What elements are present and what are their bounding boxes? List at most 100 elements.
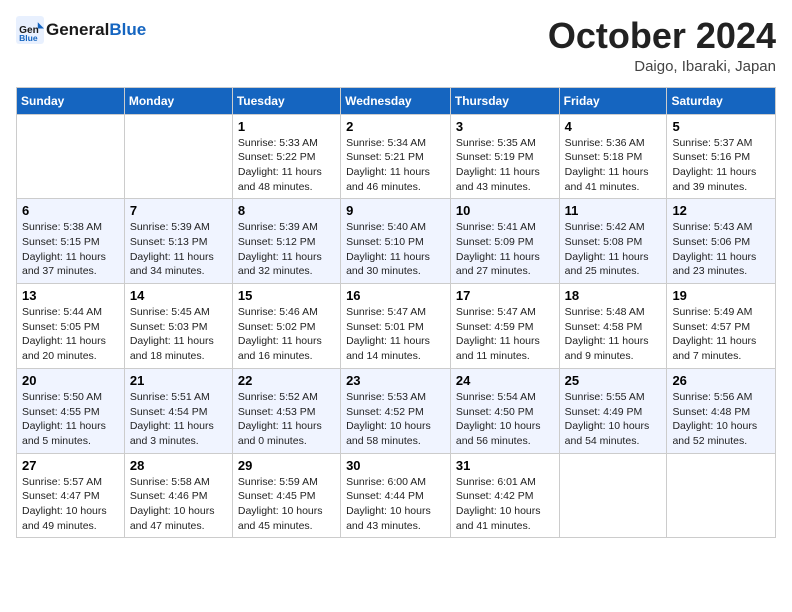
cell-info: Sunrise: 5:53 AM Sunset: 4:52 PM Dayligh… — [346, 390, 445, 449]
day-number: 25 — [565, 373, 662, 388]
cell-info: Sunrise: 5:49 AM Sunset: 4:57 PM Dayligh… — [672, 305, 770, 364]
day-number: 19 — [672, 288, 770, 303]
calendar-cell: 20Sunrise: 5:50 AM Sunset: 4:55 PM Dayli… — [17, 368, 125, 453]
cell-info: Sunrise: 5:45 AM Sunset: 5:03 PM Dayligh… — [130, 305, 227, 364]
cell-info: Sunrise: 5:46 AM Sunset: 5:02 PM Dayligh… — [238, 305, 335, 364]
weekday-header-wednesday: Wednesday — [341, 87, 451, 114]
cell-info: Sunrise: 6:00 AM Sunset: 4:44 PM Dayligh… — [346, 475, 445, 534]
logo-text-area: GeneralBlue — [46, 21, 146, 40]
day-number: 1 — [238, 119, 335, 134]
calendar-cell: 14 Sunrise: 5:45 AM Sunset: 5:03 PM Dayli… — [124, 284, 232, 369]
day-number: 7 — [130, 203, 227, 218]
cell-info: Sunrise: 5:44 AM Sunset: 5:05 PM Dayligh… — [22, 305, 119, 364]
header: Gen Blue GeneralBlue October 2024 Daigo,… — [16, 16, 776, 75]
calendar-cell: 3 Sunrise: 5:35 AM Sunset: 5:19 PM Daylig… — [450, 114, 559, 199]
logo-general: General — [46, 20, 109, 39]
calendar-cell: 28 Sunrise: 5:58 AM Sunset: 4:46 PM Dayli… — [124, 453, 232, 538]
calendar-container: Gen Blue GeneralBlue October 2024 Daigo,… — [0, 0, 792, 612]
day-number: 5 — [672, 119, 770, 134]
calendar-cell: 11 Sunrise: 5:42 AM Sunset: 5:08 PM Dayli… — [559, 199, 667, 284]
day-number: 14 — [130, 288, 227, 303]
day-number: 3 — [456, 119, 554, 134]
location: Daigo, Ibaraki, Japan — [548, 58, 776, 75]
calendar-cell: 31 Sunrise: 6:01 AM Sunset: 4:42 PM Dayli… — [450, 453, 559, 538]
calendar-cell: 8 Sunrise: 5:39 AM Sunset: 5:12 PM Daylig… — [232, 199, 340, 284]
cell-info: Sunrise: 5:35 AM Sunset: 5:19 PM Dayligh… — [456, 136, 554, 195]
calendar-cell — [124, 114, 232, 199]
cell-info: Sunrise: 5:59 AM Sunset: 4:45 PM Dayligh… — [238, 475, 335, 534]
cell-info: Sunrise: 5:50 AM Sunset: 4:55 PM Dayligh… — [22, 390, 119, 449]
cell-info: Sunrise: 5:47 AM Sunset: 4:59 PM Dayligh… — [456, 305, 554, 364]
weekday-header-monday: Monday — [124, 87, 232, 114]
weekday-header-saturday: Saturday — [667, 87, 776, 114]
day-number: 13 — [22, 288, 119, 303]
cell-info: Sunrise: 5:48 AM Sunset: 4:58 PM Dayligh… — [565, 305, 662, 364]
day-number: 11 — [565, 203, 662, 218]
cell-info: Sunrise: 5:38 AM Sunset: 5:15 PM Dayligh… — [22, 220, 119, 279]
cell-info: Sunrise: 5:42 AM Sunset: 5:08 PM Dayligh… — [565, 220, 662, 279]
svg-text:Blue: Blue — [19, 33, 38, 43]
weekday-header-tuesday: Tuesday — [232, 87, 340, 114]
day-number: 4 — [565, 119, 662, 134]
day-number: 18 — [565, 288, 662, 303]
calendar-cell: 21Sunrise: 5:51 AM Sunset: 4:54 PM Dayli… — [124, 368, 232, 453]
calendar-cell: 25Sunrise: 5:55 AM Sunset: 4:49 PM Dayli… — [559, 368, 667, 453]
day-number: 8 — [238, 203, 335, 218]
day-number: 21 — [130, 373, 227, 388]
weekday-header-friday: Friday — [559, 87, 667, 114]
logo-icon: Gen Blue — [16, 16, 44, 44]
calendar-table: SundayMondayTuesdayWednesdayThursdayFrid… — [16, 87, 776, 539]
weekday-header-thursday: Thursday — [450, 87, 559, 114]
calendar-cell: 24 Sunrise: 5:54 AM Sunset: 4:50 PM Dayli… — [450, 368, 559, 453]
calendar-cell: 5 Sunrise: 5:37 AM Sunset: 5:16 PM Daylig… — [667, 114, 776, 199]
cell-info: Sunrise: 5:43 AM Sunset: 5:06 PM Dayligh… — [672, 220, 770, 279]
day-number: 6 — [22, 203, 119, 218]
calendar-week-4: 20Sunrise: 5:50 AM Sunset: 4:55 PM Dayli… — [17, 368, 776, 453]
cell-info: Sunrise: 5:36 AM Sunset: 5:18 PM Dayligh… — [565, 136, 662, 195]
calendar-cell: 6 Sunrise: 5:38 AM Sunset: 5:15 PM Daylig… — [17, 199, 125, 284]
cell-info: Sunrise: 5:54 AM Sunset: 4:50 PM Dayligh… — [456, 390, 554, 449]
day-number: 10 — [456, 203, 554, 218]
calendar-cell: 13 Sunrise: 5:44 AM Sunset: 5:05 PM Dayli… — [17, 284, 125, 369]
logo: Gen Blue GeneralBlue — [16, 16, 146, 44]
calendar-cell: 29 Sunrise: 5:59 AM Sunset: 4:45 PM Dayli… — [232, 453, 340, 538]
calendar-cell: 17 Sunrise: 5:47 AM Sunset: 4:59 PM Dayli… — [450, 284, 559, 369]
logo-blue: Blue — [109, 20, 146, 39]
cell-info: Sunrise: 5:57 AM Sunset: 4:47 PM Dayligh… — [22, 475, 119, 534]
calendar-cell: 26Sunrise: 5:56 AM Sunset: 4:48 PM Dayli… — [667, 368, 776, 453]
calendar-week-5: 27Sunrise: 5:57 AM Sunset: 4:47 PM Dayli… — [17, 453, 776, 538]
cell-info: Sunrise: 5:37 AM Sunset: 5:16 PM Dayligh… — [672, 136, 770, 195]
day-number: 28 — [130, 458, 227, 473]
cell-info: Sunrise: 5:39 AM Sunset: 5:12 PM Dayligh… — [238, 220, 335, 279]
day-number: 30 — [346, 458, 445, 473]
calendar-cell: 7 Sunrise: 5:39 AM Sunset: 5:13 PM Daylig… — [124, 199, 232, 284]
day-number: 2 — [346, 119, 445, 134]
calendar-cell: 12 Sunrise: 5:43 AM Sunset: 5:06 PM Dayli… — [667, 199, 776, 284]
calendar-cell — [559, 453, 667, 538]
cell-info: Sunrise: 6:01 AM Sunset: 4:42 PM Dayligh… — [456, 475, 554, 534]
day-number: 12 — [672, 203, 770, 218]
day-number: 31 — [456, 458, 554, 473]
month-title: October 2024 — [548, 16, 776, 56]
title-area: October 2024 Daigo, Ibaraki, Japan — [548, 16, 776, 75]
day-number: 15 — [238, 288, 335, 303]
cell-info: Sunrise: 5:47 AM Sunset: 5:01 PM Dayligh… — [346, 305, 445, 364]
day-number: 29 — [238, 458, 335, 473]
calendar-cell: 9Sunrise: 5:40 AM Sunset: 5:10 PM Daylig… — [341, 199, 451, 284]
calendar-cell: 15 Sunrise: 5:46 AM Sunset: 5:02 PM Dayli… — [232, 284, 340, 369]
day-number: 26 — [672, 373, 770, 388]
cell-info: Sunrise: 5:58 AM Sunset: 4:46 PM Dayligh… — [130, 475, 227, 534]
cell-info: Sunrise: 5:34 AM Sunset: 5:21 PM Dayligh… — [346, 136, 445, 195]
day-number: 24 — [456, 373, 554, 388]
calendar-cell — [17, 114, 125, 199]
cell-info: Sunrise: 5:39 AM Sunset: 5:13 PM Dayligh… — [130, 220, 227, 279]
calendar-cell: 1Sunrise: 5:33 AM Sunset: 5:22 PM Daylig… — [232, 114, 340, 199]
day-number: 17 — [456, 288, 554, 303]
calendar-cell: 23 Sunrise: 5:53 AM Sunset: 4:52 PM Dayli… — [341, 368, 451, 453]
calendar-cell: 2 Sunrise: 5:34 AM Sunset: 5:21 PM Daylig… — [341, 114, 451, 199]
weekday-header-sunday: Sunday — [17, 87, 125, 114]
day-number: 23 — [346, 373, 445, 388]
day-number: 9 — [346, 203, 445, 218]
calendar-cell — [667, 453, 776, 538]
calendar-cell: 4 Sunrise: 5:36 AM Sunset: 5:18 PM Daylig… — [559, 114, 667, 199]
